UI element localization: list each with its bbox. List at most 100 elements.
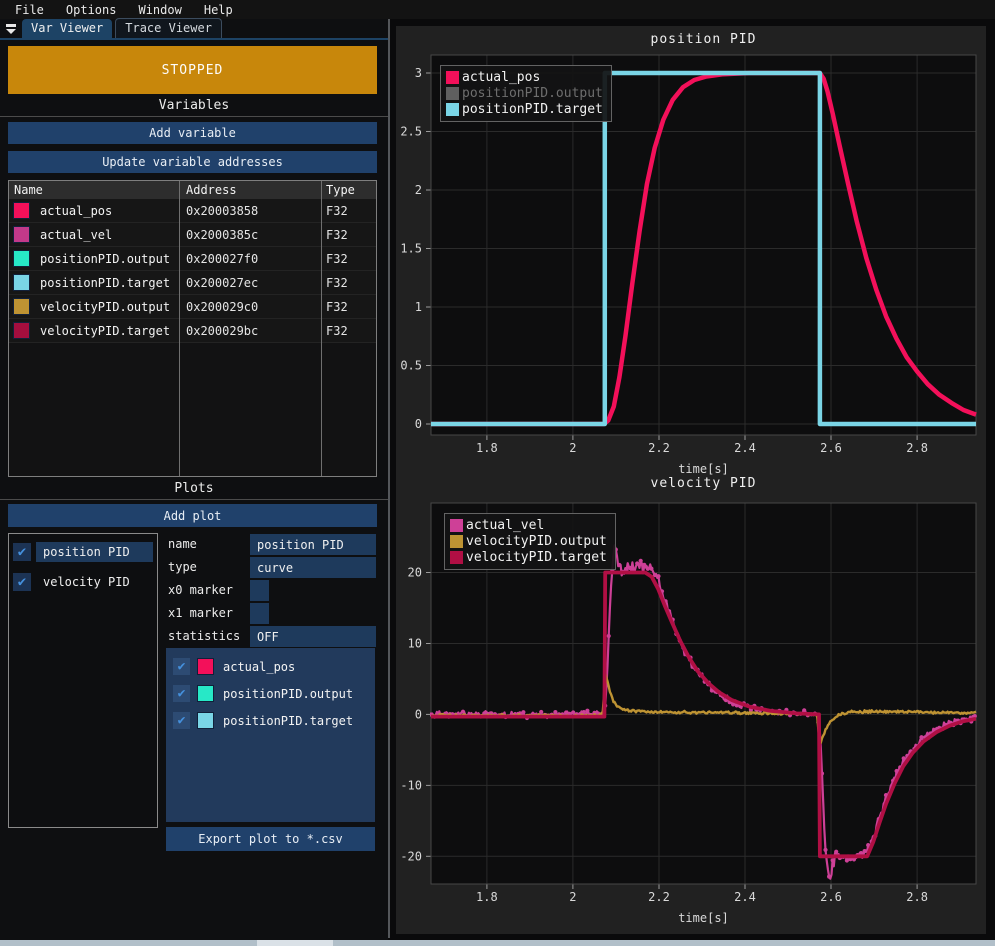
plot-type-field[interactable]: curve (250, 557, 376, 578)
y-tick-label: -20 (400, 849, 422, 863)
legend-swatch (446, 103, 459, 116)
chart-position-pid[interactable]: 1.822.22.42.62.800.511.522.53position PI… (396, 26, 986, 486)
left-panel: Var ViewerTrace Viewer STOPPED Variables… (0, 19, 388, 940)
x-tick-label: 2 (569, 890, 576, 904)
variable-type: F32 (321, 228, 376, 242)
x-tick-label: 1.8 (476, 890, 498, 904)
statistics-field[interactable]: OFF (250, 626, 376, 647)
color-swatch[interactable] (13, 298, 30, 315)
plot-list-item[interactable]: ✔ velocity PID (13, 570, 153, 594)
x-tick-label: 2.4 (734, 890, 756, 904)
checkbox[interactable]: ✔ (13, 543, 31, 561)
plot-variable-row[interactable]: ✔actual_pos (173, 655, 375, 678)
tab-bar: Var ViewerTrace Viewer (0, 19, 388, 40)
variable-type: F32 (321, 204, 376, 218)
color-swatch[interactable] (13, 226, 30, 243)
x-tick-label: 2.4 (734, 441, 756, 455)
variable-name: positionPID.output (40, 252, 170, 266)
y-tick-label: -10 (400, 778, 422, 792)
x0-marker-field[interactable] (250, 580, 269, 601)
x1-marker-field[interactable] (250, 603, 269, 624)
variable-name: velocityPID.target (40, 324, 170, 338)
plot-variables-panel: ✔actual_pos✔positionPID.output✔positionP… (166, 648, 375, 822)
x1-marker-label: x1 marker (168, 606, 233, 620)
variable-type: F32 (321, 276, 376, 290)
plot-variable-row[interactable]: ✔ positionPID.target (173, 709, 375, 732)
plot-name-field[interactable]: position PID (250, 534, 376, 555)
x-tick-label: 2.6 (820, 441, 842, 455)
horizontal-scrollbar[interactable] (0, 940, 995, 946)
color-swatch[interactable] (13, 322, 30, 339)
y-tick-label: 1.5 (400, 242, 422, 256)
y-tick-label: 0 (415, 707, 422, 721)
checkbox[interactable]: ✔ (13, 573, 31, 591)
legend-item[interactable]: positionPID.target (446, 101, 603, 117)
x-tick-label: 2.2 (648, 441, 670, 455)
legend-swatch (450, 535, 463, 548)
x-tick-label: 2.8 (906, 890, 928, 904)
add-plot-button[interactable]: Add plot (8, 504, 377, 527)
column-separator (321, 181, 322, 476)
checkbox[interactable]: ✔ (173, 712, 190, 729)
color-swatch[interactable] (197, 685, 214, 702)
color-swatch[interactable] (197, 712, 214, 729)
menu-item-window[interactable]: Window (127, 3, 192, 17)
y-tick-label: 0.5 (400, 359, 422, 373)
collapse-tabs-icon[interactable] (5, 23, 17, 35)
legend-item[interactable]: velocityPID.target (450, 549, 607, 565)
plot-variable-row[interactable]: ✔positionPID.output (173, 682, 375, 705)
variable-name: positionPID.target (223, 714, 353, 728)
status-button[interactable]: STOPPED (8, 46, 377, 94)
y-tick-label: 20 (408, 566, 422, 580)
tab-var-viewer[interactable]: Var Viewer (22, 19, 112, 38)
variable-address: 0x20003858 (179, 204, 321, 218)
x-tick-label: 2 (569, 441, 576, 455)
y-tick-label: 2.5 (400, 125, 422, 139)
add-variable-button[interactable]: Add variable (8, 122, 377, 144)
plot-list-item[interactable]: ✔ position PID (13, 540, 153, 564)
variable-name: velocityPID.output (40, 300, 170, 314)
menu-bar: FileOptionsWindowHelp (0, 0, 995, 19)
plot-name[interactable]: velocity PID (36, 572, 153, 592)
tabs: Var ViewerTrace Viewer (22, 18, 225, 38)
legend-item[interactable]: actual_vel (450, 517, 607, 533)
checkbox[interactable]: ✔ (173, 685, 190, 702)
color-swatch[interactable] (197, 658, 214, 675)
plots-section-title: Plots (0, 481, 388, 496)
variable-address: 0x200027ec (179, 276, 321, 290)
plot-name-label: name (168, 537, 197, 551)
application-window: FileOptionsWindowHelp Var ViewerTrace Vi… (0, 0, 995, 946)
chart-velocity-pid[interactable]: 1.822.22.42.62.8-20-1001020velocity PIDt… (396, 466, 986, 936)
variable-type: F32 (321, 324, 376, 338)
variable-address: 0x200027f0 (179, 252, 321, 266)
plot-type-label: type (168, 560, 197, 574)
column-header-name[interactable]: Name (9, 183, 179, 197)
menu-item-file[interactable]: File (4, 3, 55, 17)
y-tick-label: 3 (415, 66, 422, 80)
statistics-label: statistics (168, 629, 240, 643)
legend-item[interactable]: positionPID.output (446, 85, 603, 101)
menu-item-options[interactable]: Options (55, 3, 128, 17)
column-header-address[interactable]: Address (179, 183, 321, 197)
export-csv-button[interactable]: Export plot to *.csv (166, 827, 375, 851)
variable-name: positionPID.target (40, 276, 170, 290)
checkbox[interactable]: ✔ (173, 658, 190, 675)
tab-trace-viewer[interactable]: Trace Viewer (115, 18, 222, 38)
color-swatch[interactable] (13, 250, 30, 267)
legend-item[interactable]: actual_pos (446, 69, 603, 85)
y-tick-label: 0 (415, 417, 422, 431)
update-variable-addresses-button[interactable]: Update variable addresses (8, 151, 377, 173)
x-tick-label: 1.8 (476, 441, 498, 455)
plot-name[interactable]: position PID (36, 542, 153, 562)
color-swatch[interactable] (13, 274, 30, 291)
legend-item[interactable]: velocityPID.output (450, 533, 607, 549)
chart-legend: actual_pospositionPID.outputpositionPID.… (440, 65, 612, 122)
column-header-type[interactable]: Type (321, 183, 376, 197)
panel-divider[interactable] (388, 19, 390, 938)
chart-legend: actual_velvelocityPID.outputvelocityPID.… (444, 513, 616, 570)
menu-item-help[interactable]: Help (193, 3, 244, 17)
x0-marker-label: x0 marker (168, 583, 233, 597)
scrollbar-thumb[interactable] (257, 940, 333, 946)
separator (0, 499, 388, 500)
color-swatch[interactable] (13, 202, 30, 219)
